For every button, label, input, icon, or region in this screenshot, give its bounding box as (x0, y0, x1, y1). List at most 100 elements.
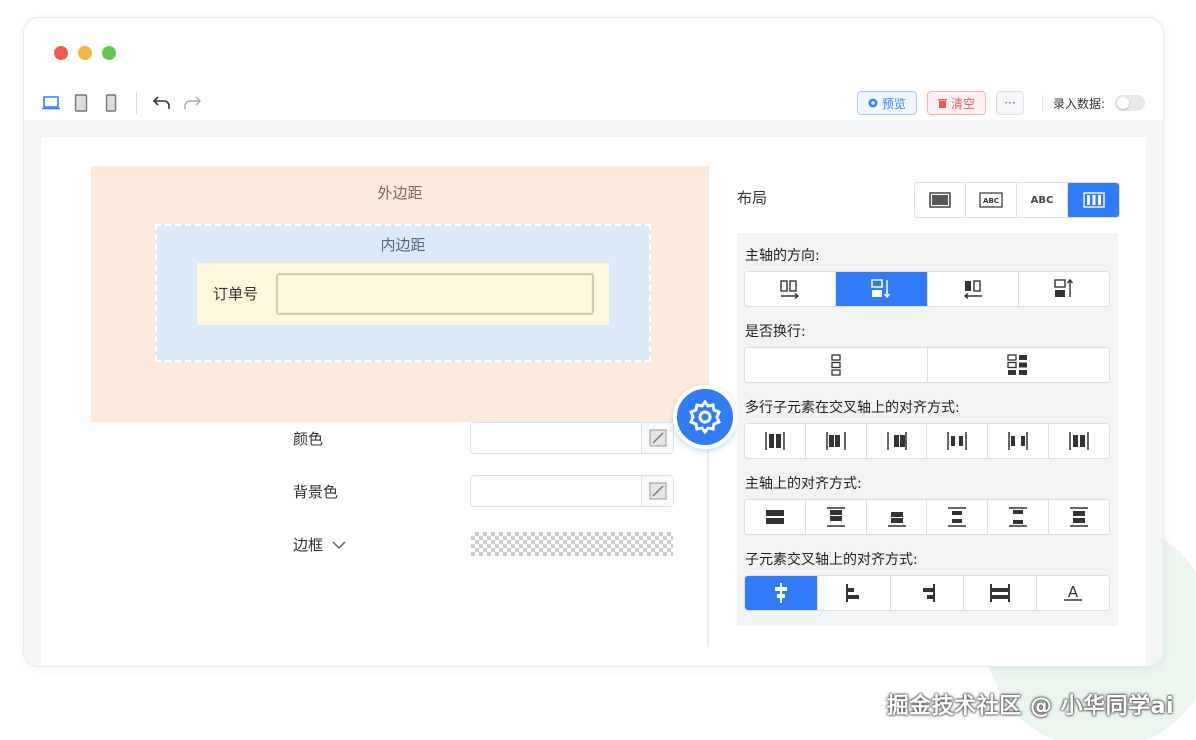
clear-button[interactable]: 清空 (926, 91, 986, 115)
align-items-stretch-button[interactable] (964, 576, 1037, 610)
margin-box: 外边距 内边距 订单号 (91, 166, 709, 422)
border-toggle[interactable]: 边框 (293, 534, 346, 555)
order-number-input[interactable] (276, 273, 594, 315)
direction-column-button[interactable] (836, 272, 928, 306)
align-items-center-button[interactable] (745, 576, 818, 610)
align-items-baseline-button[interactable]: A (1037, 576, 1109, 610)
row-reverse-icon (963, 280, 982, 300)
window-controls (54, 46, 116, 60)
layout-label: 布局 (737, 189, 768, 207)
more-button[interactable]: ··· (995, 91, 1024, 115)
align-items-end-button[interactable] (891, 576, 964, 610)
justify-group (744, 499, 1110, 535)
bg-color-input[interactable] (470, 475, 674, 507)
block-icon (929, 192, 951, 208)
layout-flex-button[interactable] (1068, 183, 1119, 217)
mobile-icon[interactable] (102, 94, 120, 112)
wrap-icon (1007, 354, 1028, 375)
maximize-window-button[interactable] (102, 46, 116, 60)
column-reverse-icon (1054, 278, 1073, 297)
toolbar-separator (136, 92, 137, 114)
direction-row-reverse-button[interactable] (927, 272, 1019, 306)
justify-stretch-icon (765, 510, 784, 524)
align-items-start-button[interactable] (818, 576, 891, 610)
justify-center-button[interactable] (927, 500, 989, 534)
align-items-center-icon (775, 583, 787, 603)
justify-start-icon (826, 507, 845, 527)
close-window-button[interactable] (54, 46, 68, 60)
align-items-baseline-icon: A (1064, 583, 1082, 601)
minimize-window-button[interactable] (78, 46, 92, 60)
border-label: 边框 (293, 536, 324, 554)
eye-icon (868, 98, 878, 108)
order-number-label: 订单号 (213, 285, 259, 303)
align-content-end-button[interactable] (866, 424, 928, 458)
align-content-space-between-icon (1008, 432, 1028, 450)
toolbar-left (42, 86, 201, 120)
align-items-group: A (744, 575, 1110, 611)
align-content-stretch-icon (765, 432, 785, 450)
desktop-icon[interactable] (42, 94, 60, 112)
content-box[interactable]: 订单号 (197, 263, 609, 325)
record-data-toggle[interactable] (1115, 95, 1145, 111)
justify-label: 主轴上的对齐方式: (745, 476, 862, 492)
padding-label: 内边距 (380, 236, 426, 254)
preview-button[interactable]: 预览 (856, 91, 917, 115)
direction-column-reverse-button[interactable] (1018, 272, 1109, 306)
nowrap-button[interactable] (745, 348, 928, 382)
align-content-start-icon (825, 432, 846, 450)
align-content-space-between-button[interactable] (988, 424, 1050, 458)
align-content-start-button[interactable] (805, 424, 867, 458)
wrap-button[interactable] (927, 348, 1109, 382)
align-items-start-icon (846, 584, 859, 602)
gear-icon (689, 399, 721, 435)
wrap-label: 是否换行: (745, 324, 806, 340)
justify-start-button[interactable] (805, 500, 867, 534)
bg-color-picker-icon[interactable] (641, 476, 673, 506)
record-data-label: 录入数据: (1041, 94, 1105, 112)
border-row: 边框 (293, 528, 673, 560)
justify-end-icon (887, 512, 906, 527)
inline-block-icon: ABC (979, 192, 1003, 208)
margin-label: 外边距 (377, 184, 423, 202)
color-label: 颜色 (293, 430, 324, 448)
align-content-center-button[interactable] (927, 424, 989, 458)
settings-gear-button[interactable] (673, 385, 737, 449)
chevron-down-icon (332, 541, 346, 549)
bg-color-row: 背景色 (293, 475, 674, 507)
color-input[interactable] (470, 422, 674, 454)
toolbar: 预览 清空 ··· 录入数据: (24, 86, 1163, 120)
justify-space-around-button[interactable] (1049, 500, 1109, 534)
align-content-space-around-icon (1069, 432, 1089, 450)
inline-label: ABC (1030, 194, 1054, 206)
toolbar-right: 预览 清空 ··· 录入数据: (856, 86, 1145, 120)
nowrap-icon (831, 354, 841, 376)
justify-center-icon (948, 507, 967, 527)
align-content-center-icon (947, 432, 968, 450)
align-items-label: 子元素交叉轴上的对齐方式: (745, 552, 918, 568)
justify-space-between-icon (1009, 507, 1028, 527)
justify-space-between-button[interactable] (988, 500, 1050, 534)
justify-stretch-button[interactable] (745, 500, 806, 534)
align-content-stretch-button[interactable] (745, 424, 806, 458)
row-direction-icon (780, 280, 800, 300)
align-content-space-around-button[interactable] (1049, 424, 1109, 458)
tablet-icon[interactable] (72, 94, 90, 112)
align-content-end-icon (886, 432, 907, 450)
layout-inline-button[interactable]: ABC (1017, 183, 1068, 217)
border-preview[interactable] (471, 532, 673, 556)
wrap-group (744, 347, 1110, 383)
layout-selector: ABC ABC (914, 182, 1120, 218)
align-items-end-icon (923, 584, 935, 602)
layout-block-button[interactable] (915, 183, 966, 217)
align-content-label: 多行子元素在交叉轴上的对齐方式: (745, 400, 960, 416)
undo-icon[interactable] (153, 94, 171, 112)
color-picker-icon[interactable] (641, 423, 673, 453)
justify-end-button[interactable] (866, 500, 928, 534)
direction-row-button[interactable] (745, 272, 837, 306)
color-row: 颜色 (293, 422, 674, 454)
flex-settings-panel: 主轴的方向: 是否换行: 多行子元素在交叉轴上的对齐方式: 主轴上的对齐方式: … (737, 233, 1118, 626)
watermark: 掘金技术社区 @ 小华同学ai (886, 694, 1174, 719)
redo-icon[interactable] (183, 94, 201, 112)
layout-inline-block-button[interactable]: ABC (966, 183, 1017, 217)
